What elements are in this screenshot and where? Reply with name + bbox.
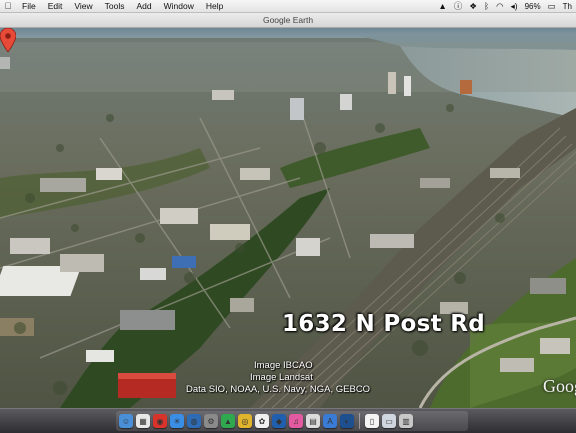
menu-file[interactable]: File [16,1,42,11]
placemark-label[interactable]: 1632 N Post Rd [282,311,485,337]
attribution-line: Image Landsat [250,372,313,383]
placemark-pin-icon[interactable] [0,28,16,52]
finder-icon[interactable]: ☺ [119,414,133,428]
google-watermark: Goog [543,376,576,396]
window-titlebar: Google Earth [0,13,576,28]
imagery-attribution: Image IBCAO Image Landsat Data SIO, NOAA… [186,360,396,396]
status-area: ▲ ⓘ ❖ ᛒ ◠ ◂) 96% ▭ Th [438,0,576,12]
downloads-icon[interactable]: ▭ [382,414,396,428]
dropbox-icon[interactable]: ❖ [469,1,477,12]
document-icon[interactable]: ▯ [365,414,379,428]
bluetooth-icon[interactable]: ᛒ [484,1,489,11]
window-title: Google Earth [262,15,314,25]
photos-icon[interactable]: ✿ [255,414,269,428]
menu-window[interactable]: Window [158,1,200,11]
menu-help[interactable]: Help [200,1,229,11]
chrome-icon[interactable]: ◎ [238,414,252,428]
itunes-icon[interactable]: ♫ [289,414,303,428]
settings-icon[interactable]: ⚙ [204,414,218,428]
app-store-icon[interactable]: A [323,414,337,428]
app-blue-icon[interactable]: ◆ [272,414,286,428]
dock-separator [359,413,360,429]
menu-add[interactable]: Add [130,1,157,11]
battery-icon[interactable]: ▭ [548,1,556,12]
app-red-icon[interactable]: ◉ [153,414,167,428]
dock: ☺ ▦ ◉ ✳ ◍ ⚙ ▲ ◎ ✿ ◆ ♫ ▤ A ◐ ▯ ▭ ▥ [0,408,576,433]
safari-icon[interactable]: ✳ [170,414,184,428]
volume-icon[interactable]: ◂) [511,1,518,12]
menu-bar:  File Edit View Tools Add Window Help ▲… [0,0,576,13]
attribution-line: Data SIO, NOAA, U.S. Navy, NGA, GEBCO [186,384,371,395]
attribution-line: Image IBCAO [254,360,313,371]
clock-fragment[interactable]: Th [563,2,572,11]
info-icon[interactable]: ⓘ [454,0,463,12]
trash-icon[interactable]: ▥ [399,414,413,428]
dock-shelf: ☺ ▦ ◉ ✳ ◍ ⚙ ▲ ◎ ✿ ◆ ♫ ▤ A ◐ ▯ ▭ ▥ [116,411,468,431]
adobe-icon[interactable]: ▲ [438,1,446,11]
menu-view[interactable]: View [68,1,98,11]
map-view[interactable]: 1632 N Post Rd Image IBCAO Image Landsat… [0,28,576,408]
apple-logo-icon[interactable]:  [0,1,16,11]
menu-edit[interactable]: Edit [42,1,69,11]
preview-icon[interactable]: ▤ [306,414,320,428]
battery-percent[interactable]: 96% [525,2,541,11]
google-earth-icon[interactable]: ◐ [340,414,354,428]
calendar-icon[interactable]: ▦ [136,414,150,428]
drive-icon[interactable]: ▲ [221,414,235,428]
globe-icon[interactable]: ◍ [187,414,201,428]
wifi-icon[interactable]: ◠ [496,1,503,12]
menu-tools[interactable]: Tools [99,1,131,11]
aerial-imagery [0,28,576,408]
